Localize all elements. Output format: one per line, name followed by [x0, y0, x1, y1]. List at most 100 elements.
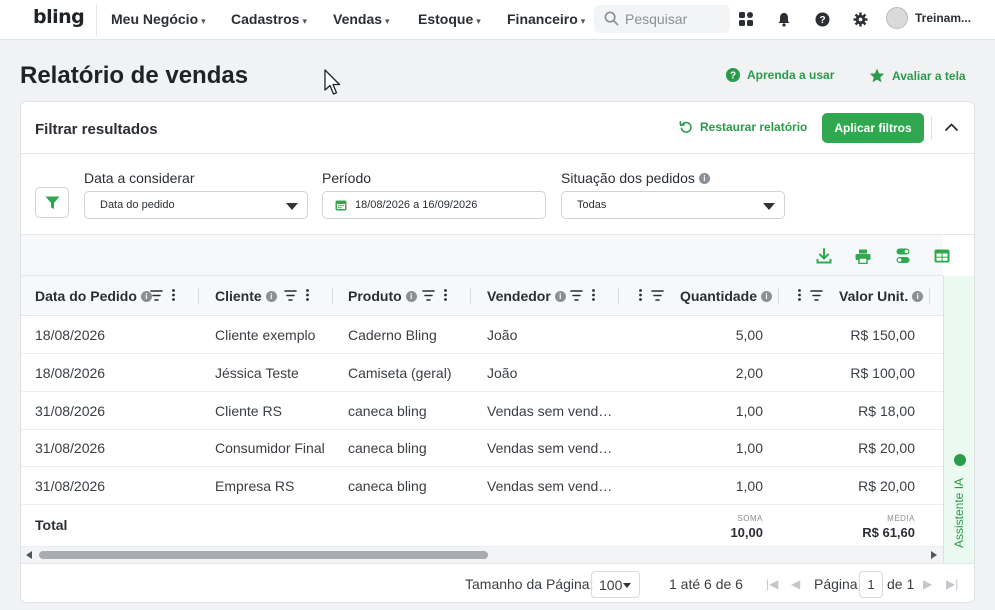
info-icon[interactable]: i: [554, 290, 566, 302]
restore-report-button[interactable]: Restaurar relatório: [679, 120, 807, 134]
kebab-icon[interactable]: [172, 289, 175, 301]
help-icon[interactable]: ?: [812, 9, 832, 29]
nav-cadastros[interactable]: Cadastros ▾: [231, 11, 307, 27]
column-controls: [422, 289, 447, 301]
info-icon[interactable]: i: [698, 172, 710, 184]
download-icon[interactable]: [815, 247, 833, 265]
info-icon[interactable]: i: [265, 290, 277, 302]
table-row[interactable]: 18/08/2026 Jéssica Teste Camiseta (geral…: [21, 354, 943, 392]
date-filter-select[interactable]: Data do pedido: [84, 191, 308, 219]
bling-logo[interactable]: bling: [33, 6, 85, 28]
status-filter-label: Situação dos pedidos i: [561, 170, 710, 186]
column-header[interactable]: Quantidade i: [680, 288, 773, 304]
mouse-cursor-icon: [324, 69, 341, 95]
info-icon[interactable]: i: [761, 290, 773, 302]
print-icon[interactable]: [854, 247, 872, 265]
report-card: Filtrar resultados Restaurar relatório A…: [20, 101, 975, 603]
next-page-icon[interactable]: ▶: [923, 577, 932, 591]
kebab-icon[interactable]: [444, 289, 447, 301]
quantity-sum: SOMA 10,00: [730, 514, 763, 540]
filter-lines-icon[interactable]: [810, 289, 823, 301]
info-icon[interactable]: i: [912, 290, 924, 302]
table-header: Data do Pedido i Cliente i Produto i Vended…: [21, 276, 943, 316]
apps-icon[interactable]: [736, 9, 756, 29]
column-header[interactable]: Cliente i: [215, 288, 277, 304]
table-row[interactable]: 31/08/2026 Consumidor Final caneca bling…: [21, 429, 943, 467]
chevron-down-icon: ▾: [385, 16, 390, 26]
table-view-icon[interactable]: [933, 247, 951, 265]
rate-link[interactable]: Avaliar a tela: [869, 68, 966, 83]
nav-vendas[interactable]: Vendas ▾: [333, 11, 390, 27]
cell-quantity: 1,00: [735, 403, 763, 419]
filter-lines-icon[interactable]: [651, 289, 664, 301]
cell-quantity: 5,00: [735, 327, 763, 343]
cell-product: Caderno Bling: [348, 327, 437, 343]
cell-unit-value: R$ 150,00: [850, 327, 915, 343]
kebab-icon[interactable]: [306, 289, 309, 301]
filter-title: Filtrar resultados: [35, 121, 158, 138]
column-controls: [570, 289, 595, 301]
user-name[interactable]: Treinam...: [915, 11, 971, 25]
page-range: 1 até 6 de 6: [669, 576, 743, 592]
page-size-select[interactable]: 100: [591, 571, 640, 598]
chevron-down-icon: ▾: [580, 16, 586, 26]
column-separator[interactable]: [929, 288, 930, 304]
nav-meu-negocio[interactable]: Meu Negócio ▾: [111, 11, 206, 27]
kebab-icon[interactable]: [639, 289, 642, 301]
cell-quantity: 1,00: [735, 478, 763, 494]
column-header[interactable]: Valor Unit. i: [839, 288, 924, 304]
sum-value: 10,00: [730, 525, 763, 540]
table-row[interactable]: 18/08/2026 Cliente exemplo Caderno Bling…: [21, 316, 943, 354]
nav-divider: [96, 4, 97, 36]
scrollbar-thumb[interactable]: [39, 551, 488, 559]
column-separator[interactable]: [332, 288, 333, 304]
calendar-icon: [335, 200, 347, 211]
column-separator[interactable]: [198, 288, 199, 304]
page-total: de 1: [887, 576, 915, 592]
learn-link[interactable]: ? Aprenda a usar: [726, 68, 834, 82]
column-header[interactable]: Data do Pedido i: [35, 288, 152, 304]
nav-financeiro[interactable]: Financeiro ▾: [507, 11, 585, 27]
cell-client: Empresa RS: [215, 478, 295, 494]
chevron-up-icon[interactable]: [940, 116, 962, 138]
kebab-icon[interactable]: [592, 289, 595, 301]
apply-filters-button[interactable]: Aplicar filtros: [822, 113, 924, 143]
cell-date: 31/08/2026: [35, 478, 106, 494]
page-number-input[interactable]: 1: [859, 571, 883, 598]
filter-lines-icon[interactable]: [570, 289, 583, 301]
nav-financeiro-label: Financeiro: [507, 11, 578, 27]
column-header[interactable]: Vendedor i: [487, 288, 566, 304]
column-separator[interactable]: [778, 288, 779, 304]
gear-icon[interactable]: [850, 9, 870, 29]
unit-value-average: MÉDIA R$ 61,60: [862, 514, 915, 540]
status-filter-select[interactable]: Todas: [561, 191, 785, 219]
column-header[interactable]: Produto i: [348, 288, 417, 304]
first-page-icon[interactable]: |◀: [766, 577, 778, 591]
avatar[interactable]: [886, 7, 908, 29]
horizontal-scrollbar[interactable]: [21, 547, 943, 563]
nav-vendas-label: Vendas: [333, 11, 383, 27]
prev-page-icon[interactable]: ◀: [791, 577, 800, 591]
column-separator[interactable]: [470, 288, 471, 304]
info-icon[interactable]: i: [405, 290, 417, 302]
table-row[interactable]: 31/08/2026 Empresa RS caneca bling Venda…: [21, 467, 943, 505]
scroll-left-icon[interactable]: [26, 551, 32, 559]
bell-icon[interactable]: [774, 9, 794, 29]
kebab-icon[interactable]: [798, 289, 801, 301]
toggle-columns-icon[interactable]: [894, 247, 912, 265]
last-page-icon[interactable]: ▶|: [946, 577, 958, 591]
filter-lines-icon[interactable]: [284, 289, 297, 301]
nav-estoque[interactable]: Estoque ▾: [418, 11, 481, 27]
filter-lines-icon[interactable]: [422, 289, 435, 301]
table-row[interactable]: 31/08/2026 Cliente RS caneca bling Venda…: [21, 392, 943, 430]
filter-toggle-button[interactable]: [35, 187, 69, 218]
column-separator[interactable]: [618, 288, 619, 304]
status-filter-label-text: Situação dos pedidos: [561, 170, 695, 186]
filter-lines-icon[interactable]: [150, 289, 163, 301]
cell-date: 18/08/2026: [35, 327, 106, 343]
status-filter-value: Todas: [577, 199, 607, 211]
scroll-right-icon[interactable]: [931, 551, 937, 559]
search-input[interactable]: Pesquisar: [594, 5, 730, 33]
ai-assistant-panel[interactable]: Assistente IA: [943, 276, 974, 563]
period-input[interactable]: 18/08/2026 a 16/09/2026: [322, 191, 546, 219]
